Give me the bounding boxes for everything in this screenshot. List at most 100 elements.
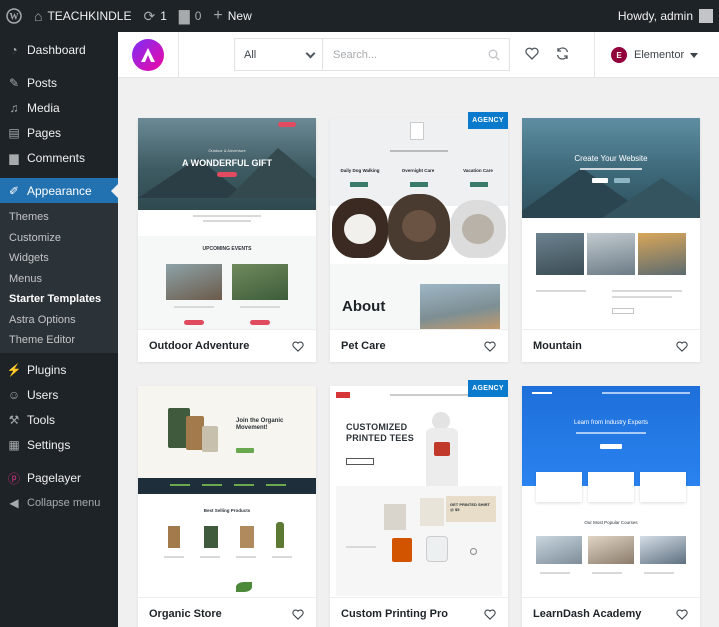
card-footer: Custom Printing Pro <box>330 597 508 627</box>
template-card[interactable]: CUSTOMIZED PRINTED TEES GET PRINTED SHIR… <box>330 380 508 627</box>
comments-link[interactable]: ▇ 0 <box>173 0 207 32</box>
search-box[interactable] <box>322 38 510 71</box>
text-line <box>644 572 674 574</box>
sidebar-item-users[interactable]: ☺ Users <box>0 383 118 408</box>
submenu-item-starter-templates[interactable]: Starter Templates <box>0 289 118 310</box>
sidebar-item-settings[interactable]: ▦ Settings <box>0 433 118 458</box>
category-select[interactable]: All <box>234 38 322 71</box>
sidebar-item-pages[interactable]: ▤ Pages <box>0 120 118 145</box>
submenu-item-widgets[interactable]: Widgets <box>0 248 118 269</box>
feature-line <box>266 484 286 486</box>
heart-icon[interactable] <box>676 609 688 620</box>
product-image <box>240 526 254 548</box>
card-footer: LearnDash Academy <box>522 597 700 627</box>
site-name-link[interactable]: ⌂ TEACHKINDLE <box>28 0 138 32</box>
page-builder-select[interactable]: E Elementor <box>611 42 699 68</box>
product-image <box>168 526 180 548</box>
submenu-item-theme-editor[interactable]: Theme Editor <box>0 330 118 351</box>
account-menu[interactable]: Howdy, admin <box>618 9 719 23</box>
feature-box <box>588 472 634 502</box>
hero-button <box>592 178 608 183</box>
admin-bar: W ⌂ TEACHKINDLE ⟳ 1 ▇ 0 + New Howdy, adm… <box>0 0 719 32</box>
sidebar-item-label: Comments <box>27 150 86 165</box>
text-line <box>612 290 682 292</box>
heart-icon[interactable] <box>484 341 496 352</box>
svg-text:W: W <box>10 12 19 22</box>
feature-box <box>640 472 686 502</box>
template-title: Mountain <box>533 340 582 352</box>
shop-button <box>346 458 374 465</box>
users-icon: ☺ <box>7 388 21 402</box>
toolbar-divider <box>178 32 179 78</box>
event-image <box>166 264 222 300</box>
text-line <box>536 290 586 292</box>
hero-background <box>522 386 700 486</box>
favorites-heart-icon[interactable] <box>525 47 539 60</box>
search-icon[interactable] <box>488 49 500 61</box>
sidebar-item-label: Dashboard <box>27 42 86 57</box>
search-input[interactable] <box>333 48 483 61</box>
heart-icon[interactable] <box>484 609 496 620</box>
gallery-image <box>587 233 635 275</box>
updates-link[interactable]: ⟳ 1 <box>138 0 173 32</box>
submenu-item-customize[interactable]: Customize <box>0 228 118 249</box>
updates-count: 1 <box>160 9 167 23</box>
heart-icon[interactable] <box>292 609 304 620</box>
template-preview[interactable]: Learn from Industry Experts Our Most Pop… <box>522 386 700 597</box>
sync-icon[interactable] <box>555 46 570 61</box>
card-footer: Outdoor Adventure <box>138 329 316 362</box>
template-card[interactable]: Learn from Industry Experts Our Most Pop… <box>522 386 700 627</box>
hero-heading: Join the Organic Movement! <box>236 418 284 431</box>
text-line <box>592 572 622 574</box>
service-button <box>410 182 428 187</box>
hero-button <box>614 178 630 183</box>
template-card[interactable]: Daily Dog Walking Overnight Care Vacatio… <box>330 112 508 362</box>
sidebar-item-label: Media <box>27 100 60 115</box>
settings-icon: ▦ <box>8 438 20 452</box>
site-logo <box>410 122 424 140</box>
product-image <box>420 498 444 526</box>
template-preview[interactable]: Outdoor & Adventure A WONDERFUL GIFT UPC… <box>138 118 316 329</box>
collapse-menu-button[interactable]: ◀ Collapse menu <box>0 491 118 516</box>
sidebar-item-posts[interactable]: ✎ Posts <box>0 70 118 95</box>
sidebar-item-tools[interactable]: ⚒ Tools <box>0 408 118 433</box>
sidebar-item-appearance[interactable]: ✐ Appearance <box>0 178 118 203</box>
sidebar-item-pagelayer[interactable]: ⓟ Pagelayer <box>0 466 118 491</box>
collapse-icon: ◀ <box>9 496 19 510</box>
sidebar-item-media[interactable]: ♫ Media <box>0 95 118 120</box>
submenu-item-themes[interactable]: Themes <box>0 207 118 228</box>
template-preview[interactable]: Join the Organic Movement! Best Selling … <box>138 386 316 597</box>
sidebar-item-dashboard[interactable]: ◔ Dashboard <box>0 37 118 62</box>
template-preview[interactable]: Daily Dog Walking Overnight Care Vacatio… <box>330 118 508 329</box>
template-card[interactable]: Join the Organic Movement! Best Selling … <box>138 386 316 627</box>
brush-icon: ✐ <box>8 183 20 198</box>
template-card[interactable]: Outdoor & Adventure A WONDERFUL GIFT UPC… <box>138 118 316 362</box>
template-preview[interactable]: CUSTOMIZED PRINTED TEES GET PRINTED SHIR… <box>330 386 508 597</box>
mountain-shape <box>228 148 316 198</box>
sidebar-item-plugins[interactable]: ⚡ Plugins <box>0 358 118 383</box>
sidebar-item-label: Posts <box>27 75 58 90</box>
feature-line <box>170 484 190 486</box>
refresh-icon: ⟳ <box>143 7 156 24</box>
wordpress-logo-button[interactable]: W <box>0 0 28 32</box>
submenu-item-astra-options[interactable]: Astra Options <box>0 310 118 331</box>
submenu-item-menus[interactable]: Menus <box>0 269 118 290</box>
template-preview[interactable]: Create Your Website <box>522 118 700 329</box>
plus-icon: + <box>213 7 223 24</box>
template-title: Organic Store <box>149 608 222 620</box>
elementor-icon: E <box>611 47 627 63</box>
plug-icon: ⚡ <box>6 363 22 377</box>
promo-text: GET PRINTED SHIRT @ $5 <box>450 502 491 512</box>
course-image <box>536 536 582 564</box>
new-content-link[interactable]: + New <box>207 0 257 32</box>
template-card[interactable]: Create Your Website Mountain <box>522 118 700 362</box>
astra-logo[interactable] <box>132 39 164 71</box>
heart-icon[interactable] <box>292 341 304 352</box>
templates-toolbar: All E Elementor <box>118 32 719 78</box>
heart-icon[interactable] <box>676 341 688 352</box>
hero-heading: Create Your Website <box>574 154 648 163</box>
service-button <box>470 182 488 187</box>
sidebar-item-comments[interactable]: ▆ Comments <box>0 145 118 170</box>
nav-button <box>278 122 296 127</box>
about-heading: About <box>342 298 386 315</box>
